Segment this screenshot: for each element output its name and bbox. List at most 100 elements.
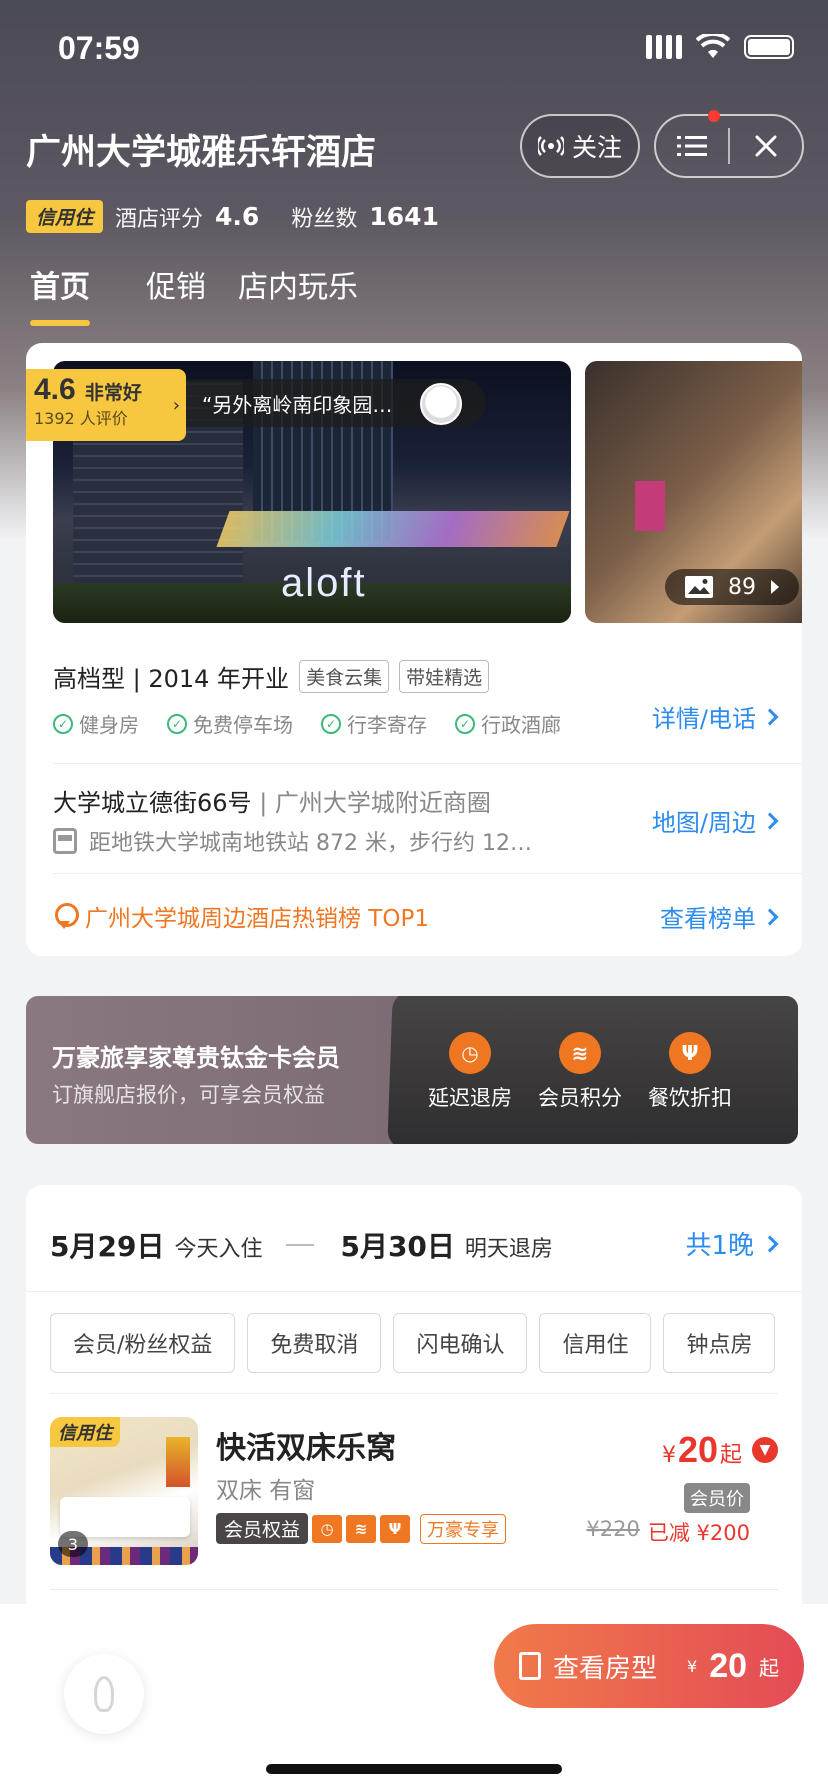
original-price: ¥220 <box>586 1517 640 1541</box>
chevron-right-icon <box>761 708 779 725</box>
view-ranking-link[interactable]: 查看榜单 <box>660 899 779 934</box>
status-bar: 07:59 <box>0 0 828 100</box>
document-icon <box>518 1652 541 1680</box>
battery-icon <box>744 35 794 59</box>
room-photo-count: 3 <box>58 1531 88 1557</box>
follow-label: 关注 <box>571 133 622 162</box>
divider <box>50 1589 778 1590</box>
member-text: 万豪旅享家尊贵钛金卡会员 订旗舰店报价，可享会员权益 <box>52 1038 340 1109</box>
check-icon: ✓ <box>167 713 187 734</box>
medal-icon <box>53 903 79 929</box>
date-separator <box>286 1244 315 1246</box>
score-value: 4.6 <box>215 202 260 231</box>
checkout-label: 明天退房 <box>464 1237 553 1262</box>
address: 大学城立德街66号 <box>53 789 252 817</box>
menu-button[interactable] <box>656 110 728 176</box>
nights-selector[interactable]: 共1晚 <box>685 1225 779 1262</box>
close-icon <box>755 135 777 157</box>
divider <box>53 763 802 764</box>
review-count: 1392 人评价 <box>34 409 128 428</box>
chevron-right-icon <box>761 908 779 925</box>
hotel-type: 高档型 | 2014 年开业 <box>53 665 290 693</box>
metro-distance: 距地铁大学城南地铁站 872 米，步行约 12… <box>89 831 532 856</box>
filter-instant-confirm[interactable]: 闪电确认 <box>393 1313 528 1373</box>
fans-value: 1641 <box>369 202 439 231</box>
chevron-right-icon <box>761 812 779 829</box>
list-menu-icon <box>677 136 707 156</box>
hotel-type-line: 高档型 | 2014 年开业 美食云集 带娃精选 <box>53 659 775 694</box>
hotel-info-card: aloft 89 4.6 非常好 1392 人评价 › “另外离岭南印象园… 高… <box>26 343 802 956</box>
room-bed-info: 双床 有窗 <box>216 1478 316 1504</box>
coins-icon: ≋ <box>346 1514 377 1543</box>
filter-member-benefits[interactable]: 会员/粉丝权益 <box>50 1313 236 1373</box>
member-title: 万豪旅享家尊贵钛金卡会员 <box>52 1044 340 1072</box>
fans-label: 粉丝数 <box>291 206 358 232</box>
signal-icon <box>646 35 682 59</box>
view-rooms-button[interactable]: 查看房型 ¥ 20 起 <box>494 1624 804 1708</box>
close-button[interactable] <box>730 116 802 176</box>
details-phone-link[interactable]: 详情/电话 <box>652 699 779 734</box>
member-benefits-card[interactable]: 万豪旅享家尊贵钛金卡会员 订旗舰店报价，可享会员权益 ◷ 延迟退房 ≋ 会员积分… <box>26 996 798 1144</box>
play-arrow-icon <box>771 580 779 594</box>
divider <box>50 1393 778 1394</box>
facility-lounge: ✓ 行政酒廊 <box>455 709 561 738</box>
credit-badge: 信用住 <box>26 200 104 233</box>
coins-icon: ≋ <box>559 1032 601 1074</box>
divider <box>53 873 802 874</box>
image-icon <box>685 576 713 598</box>
room-price: ¥ 20 起 ▼ <box>662 1429 778 1471</box>
wifi-icon <box>696 34 730 58</box>
status-icons <box>646 34 794 60</box>
room-item[interactable]: 信用住 3 快活双床乐窝 双床 有窗 会员权益 ◷ ≋ Ψ 万豪专享 ¥ 20 … <box>50 1417 778 1567</box>
check-icon: ✓ <box>455 713 475 734</box>
photo-count-badge[interactable]: 89 <box>665 569 799 605</box>
home-indicator <box>266 1764 562 1774</box>
hotel-meta: 信用住 酒店评分 4.6 粉丝数 1641 <box>26 200 459 233</box>
tab-bar: 首页 促销 店内玩乐 <box>30 262 414 326</box>
tab-activities[interactable]: 店内玩乐 <box>238 262 358 306</box>
menu-close-group <box>654 110 804 178</box>
filter-chips: 会员/粉丝权益 免费取消 闪电确认 信用住 钟点房 <box>50 1313 776 1373</box>
room-photo[interactable]: 信用住 3 <box>50 1417 198 1565</box>
filter-free-cancel[interactable]: 免费取消 <box>247 1313 382 1373</box>
rocket-button[interactable] <box>64 1654 144 1734</box>
metro-icon <box>53 828 77 854</box>
tag-food: 美食云集 <box>299 660 390 693</box>
member-subtitle: 订旗舰店报价，可享会员权益 <box>52 1083 325 1107</box>
hotel-side-photo[interactable]: 89 <box>585 361 802 623</box>
divider <box>26 1291 802 1292</box>
view-rooms-label: 查看房型 <box>552 1653 657 1684</box>
benefit-points: ≋ 会员积分 <box>538 1032 622 1112</box>
checkout-date: 5月30日 <box>340 1230 455 1263</box>
checkin-date: 5月29日 <box>50 1230 165 1263</box>
tab-home[interactable]: 首页 <box>30 262 90 326</box>
facility-parking: ✓ 免费停车场 <box>167 709 293 738</box>
status-time: 07:59 <box>58 30 140 66</box>
member-price-label: 会员价 <box>684 1483 750 1513</box>
fork-knife-icon: Ψ <box>669 1032 711 1074</box>
room-tags: 会员权益 ◷ ≋ Ψ 万豪专享 <box>216 1513 507 1544</box>
price-discount: ¥220 已减 ¥200 <box>586 1517 750 1547</box>
chevron-right-icon <box>761 1235 779 1252</box>
saving-amount: 已减 ¥200 <box>647 1521 750 1545</box>
filter-hourly[interactable]: 钟点房 <box>663 1313 776 1373</box>
chevron-down-icon[interactable]: ▼ <box>752 1437 778 1463</box>
hotel-title: 广州大学城雅乐轩酒店 <box>26 133 377 173</box>
facility-gym: ✓ 健身房 <box>53 709 139 738</box>
score-label: 酒店评分 <box>115 206 204 232</box>
broadcast-icon <box>537 136 564 156</box>
room-credit-badge: 信用住 <box>50 1417 120 1447</box>
checkin-label: 今天入住 <box>174 1237 263 1262</box>
hot-ranking-text: 广州大学城周边酒店热销榜 TOP1 <box>85 906 429 932</box>
map-nearby-link[interactable]: 地图/周边 <box>652 803 779 838</box>
room-name: 快活双床乐窝 <box>216 1431 396 1466</box>
tab-promotion[interactable]: 促销 <box>146 262 206 306</box>
filter-credit-stay[interactable]: 信用住 <box>539 1313 652 1373</box>
address-area: | 广州大学城附近商圈 <box>259 789 491 817</box>
rating-badge[interactable]: 4.6 非常好 1392 人评价 › <box>26 369 186 441</box>
marriott-exclusive-tag: 万豪专享 <box>420 1513 507 1544</box>
follow-button[interactable]: 关注 <box>520 114 640 178</box>
fork-knife-icon: Ψ <box>380 1514 411 1543</box>
date-selector[interactable]: 5月29日 今天入住 5月30日 明天退房 <box>50 1225 567 1265</box>
facility-luggage: ✓ 行李寄存 <box>321 709 427 738</box>
